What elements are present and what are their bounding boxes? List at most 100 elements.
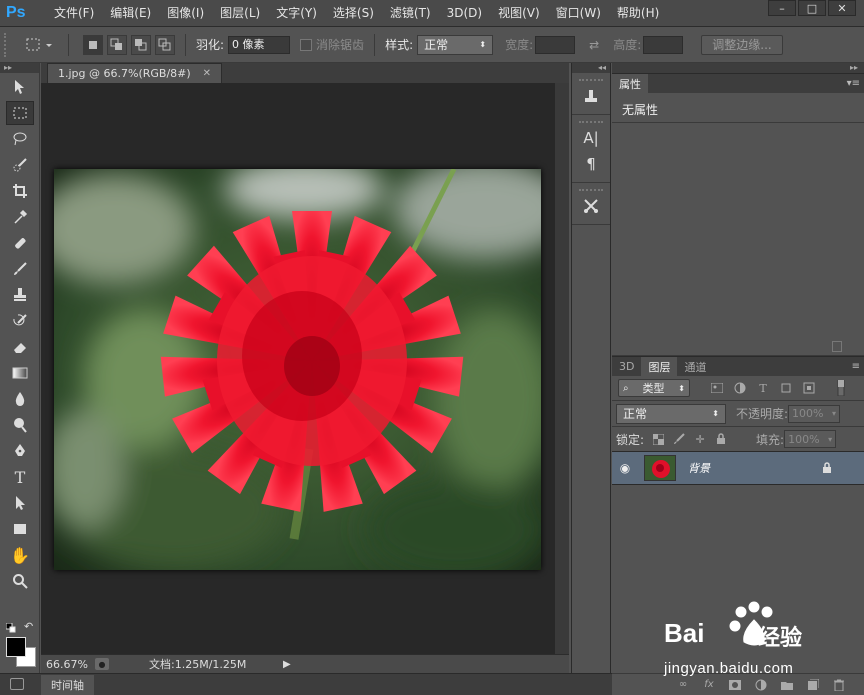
blend-mode-dropdown[interactable]: 正常 ⬍ — [616, 403, 726, 424]
panel-menu-icon[interactable]: ≡ — [852, 361, 860, 372]
layer-mask-icon[interactable] — [728, 678, 742, 692]
timeline-panel-icon[interactable] — [10, 678, 24, 690]
menu-window[interactable]: 窗口(W) — [548, 0, 609, 27]
healing-brush-tool-icon[interactable] — [6, 231, 34, 255]
pixel-filter-icon[interactable] — [710, 381, 724, 395]
minimize-button[interactable]: – — [768, 0, 796, 16]
dodge-tool-icon[interactable] — [6, 413, 34, 437]
style-dropdown[interactable]: 正常 ⬍ — [417, 34, 494, 55]
trash-icon[interactable] — [832, 678, 846, 692]
link-layers-icon[interactable]: ∞ — [676, 678, 690, 692]
rectangle-tool-icon[interactable] — [6, 517, 34, 541]
status-info-icon[interactable]: ● — [95, 658, 109, 670]
tab-properties[interactable]: 属性 — [612, 74, 648, 93]
maximize-button[interactable]: □ — [798, 0, 826, 16]
menu-3d[interactable]: 3D(D) — [439, 0, 490, 27]
close-button[interactable]: ✕ — [828, 0, 856, 16]
panels-collapse[interactable]: ▸▸ — [612, 63, 864, 73]
refine-edge-button[interactable]: 调整边缘... — [701, 34, 783, 55]
pen-tool-icon[interactable] — [6, 439, 34, 463]
tab-3d[interactable]: 3D — [612, 357, 641, 376]
blur-tool-icon[interactable] — [6, 387, 34, 411]
history-panel-icon[interactable] — [577, 84, 605, 108]
menu-edit[interactable]: 编辑(E) — [102, 0, 159, 27]
lock-position-icon[interactable]: ✛ — [693, 432, 707, 446]
vertical-scrollbar[interactable] — [555, 83, 569, 654]
subtract-selection-button[interactable] — [131, 34, 151, 55]
lock-transparency-icon[interactable] — [651, 432, 665, 446]
menu-filter[interactable]: 滤镜(T) — [382, 0, 439, 27]
paragraph-panel-icon[interactable]: ¶ — [577, 152, 605, 176]
fill-input[interactable]: 100% ▾ — [784, 430, 837, 448]
zoom-tool-icon[interactable] — [6, 569, 34, 593]
history-brush-tool-icon[interactable] — [6, 309, 34, 333]
brush-tool-icon[interactable] — [6, 257, 34, 281]
swap-colors-icon[interactable]: ↶ — [24, 620, 33, 633]
new-layer-icon[interactable] — [806, 678, 820, 692]
gradient-tool-icon[interactable] — [6, 361, 34, 385]
layer-filter-dropdown[interactable]: ⌕ 类型 ⬍ — [618, 379, 690, 397]
hand-tool-icon[interactable]: ✋ — [6, 543, 34, 567]
lock-pixels-icon[interactable] — [672, 432, 686, 446]
dock-grip[interactable] — [579, 189, 603, 192]
menu-type[interactable]: 文字(Y) — [268, 0, 325, 27]
dock-grip[interactable] — [579, 79, 603, 82]
opacity-input[interactable]: 100% ▾ — [788, 404, 841, 423]
adjustment-layer-icon[interactable] — [754, 678, 768, 692]
document-image[interactable] — [54, 169, 541, 570]
layer-style-icon[interactable]: fx — [702, 678, 716, 692]
swap-icon[interactable]: ⇄ — [589, 38, 599, 52]
menu-help[interactable]: 帮助(H) — [609, 0, 667, 27]
clone-stamp-tool-icon[interactable] — [6, 283, 34, 307]
foreground-color-swatch[interactable] — [6, 637, 26, 657]
path-selection-tool-icon[interactable] — [6, 491, 34, 515]
type-tool-icon[interactable]: T — [6, 465, 34, 489]
layer-name[interactable]: 背景 — [688, 460, 710, 476]
add-selection-button[interactable] — [107, 34, 127, 55]
zoom-level[interactable]: 66.67% — [41, 658, 91, 671]
trash-icon[interactable] — [832, 341, 842, 352]
feather-input[interactable]: 0 像素 — [228, 35, 291, 54]
toolbox-collapse[interactable]: ▸▸ — [0, 63, 39, 73]
eye-icon[interactable]: ◉ — [612, 461, 638, 475]
menu-layer[interactable]: 图层(L) — [212, 0, 268, 27]
character-panel-icon[interactable]: A| — [577, 126, 605, 150]
rectangular-marquee-tool-icon[interactable] — [6, 101, 34, 125]
smart-object-filter-icon[interactable] — [802, 381, 816, 395]
crop-tool-icon[interactable] — [6, 179, 34, 203]
quick-selection-tool-icon[interactable] — [6, 153, 34, 177]
height-input[interactable] — [643, 35, 684, 54]
new-group-icon[interactable] — [780, 678, 794, 692]
dock-grip[interactable] — [579, 121, 603, 124]
document-tab[interactable]: 1.jpg @ 66.7%(RGB/8#) ✕ — [47, 63, 223, 83]
antialias-checkbox[interactable] — [300, 38, 313, 51]
menu-file[interactable]: 文件(F) — [46, 0, 102, 27]
adjustment-filter-icon[interactable] — [733, 381, 747, 395]
options-grip[interactable] — [4, 32, 10, 57]
eyedropper-tool-icon[interactable] — [6, 205, 34, 229]
menu-view[interactable]: 视图(V) — [490, 0, 548, 27]
panel-menu-icon[interactable]: ▾≡ — [847, 78, 860, 89]
close-icon[interactable]: ✕ — [203, 68, 211, 79]
menu-select[interactable]: 选择(S) — [325, 0, 382, 27]
lasso-tool-icon[interactable] — [6, 127, 34, 151]
menu-image[interactable]: 图像(I) — [159, 0, 212, 27]
filter-toggle-icon[interactable] — [834, 380, 848, 396]
shape-filter-icon[interactable] — [779, 381, 793, 395]
new-selection-button[interactable] — [83, 34, 103, 55]
width-input[interactable] — [535, 35, 576, 54]
tool-presets-icon[interactable] — [577, 194, 605, 218]
eraser-tool-icon[interactable] — [6, 335, 34, 359]
layer-item[interactable]: ◉ 背景 — [612, 452, 864, 485]
lock-all-icon[interactable] — [714, 432, 728, 446]
type-filter-icon[interactable]: T — [756, 381, 770, 395]
move-tool-icon[interactable] — [6, 75, 34, 99]
dock-collapse[interactable]: ◂◂ — [572, 63, 610, 73]
tab-channels[interactable]: 通道 — [677, 357, 713, 376]
intersect-selection-button[interactable] — [155, 34, 175, 55]
status-menu-arrow-icon[interactable]: ▶ — [283, 659, 291, 670]
default-colors-icon[interactable] — [5, 622, 16, 633]
tab-layers[interactable]: 图层 — [641, 357, 678, 376]
timeline-tab[interactable]: 时间轴 — [41, 675, 94, 695]
tool-preset-picker[interactable] — [22, 34, 58, 56]
